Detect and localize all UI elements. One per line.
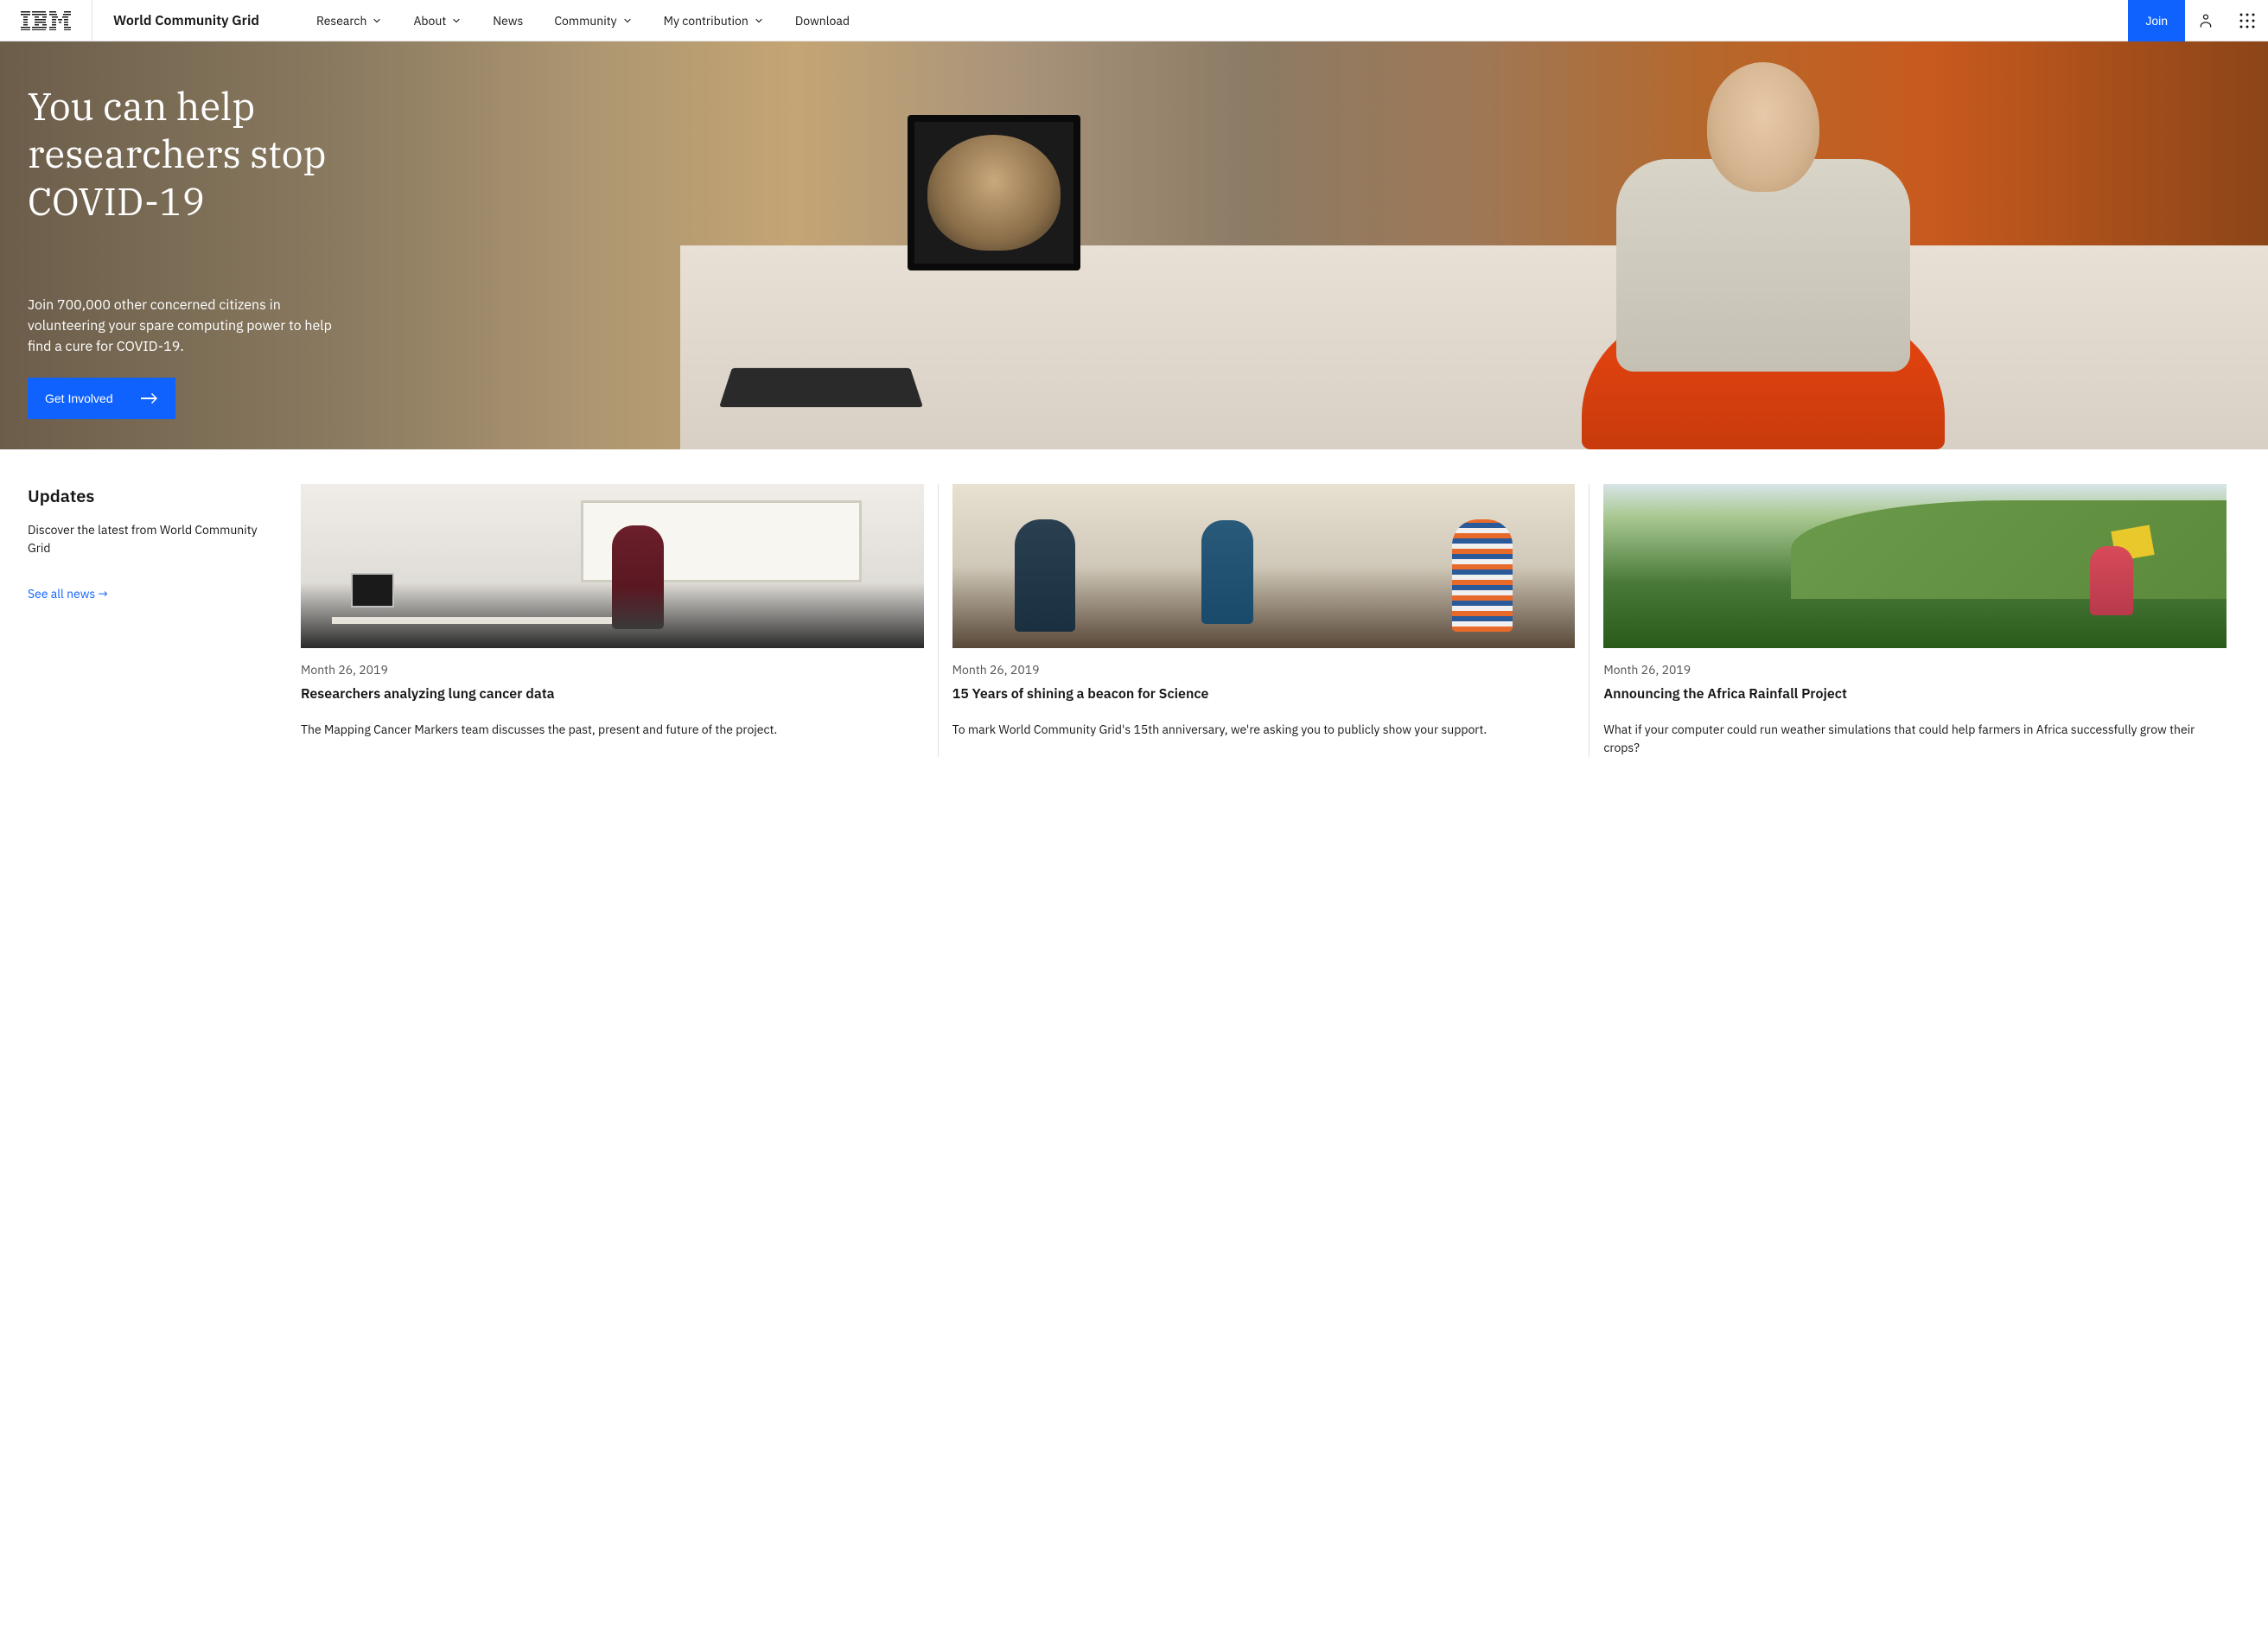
card-title: Announcing the Africa Rainfall Project xyxy=(1603,684,2227,703)
card-description: What if your computer could run weather … xyxy=(1603,721,2227,757)
arrow-right-icon xyxy=(141,392,158,404)
nav-download[interactable]: Download xyxy=(780,0,865,41)
news-card[interactable]: Month 26, 2019 Announcing the Africa Rai… xyxy=(1590,484,2240,757)
join-button[interactable]: Join xyxy=(2128,0,2185,41)
nav-label: My contribution xyxy=(664,13,749,29)
ibm-logo-icon xyxy=(21,11,71,30)
nav-label: Download xyxy=(795,13,850,29)
card-title: 15 Years of shining a beacon for Science xyxy=(952,684,1576,703)
card-date: Month 26, 2019 xyxy=(301,662,924,678)
chevron-down-icon xyxy=(754,16,764,26)
updates-section: Updates Discover the latest from World C… xyxy=(0,449,2268,792)
news-card[interactable]: Month 26, 2019 15 Years of shining a bea… xyxy=(939,484,1590,757)
nav-label: Research xyxy=(316,13,366,29)
card-description: To mark World Community Grid's 15th anni… xyxy=(952,721,1576,739)
updates-heading: Updates xyxy=(28,484,270,507)
nav-news[interactable]: News xyxy=(477,0,538,41)
news-card[interactable]: Month 26, 2019 Researchers analyzing lun… xyxy=(287,484,939,757)
news-cards: Month 26, 2019 Researchers analyzing lun… xyxy=(287,484,2240,757)
apps-button[interactable] xyxy=(2227,0,2268,41)
card-image xyxy=(301,484,924,648)
card-title: Researchers analyzing lung cancer data xyxy=(301,684,924,703)
nav-label: About xyxy=(413,13,446,29)
apps-grid-icon xyxy=(2239,12,2256,29)
card-description: The Mapping Cancer Markers team discusse… xyxy=(301,721,924,739)
main-header: World Community Grid Research About News… xyxy=(0,0,2268,41)
header-right: Join xyxy=(2128,0,2268,41)
nav-label: News xyxy=(493,13,523,29)
cta-label: Get Involved xyxy=(45,391,113,405)
hero-title: You can help researchers stop COVID-19 xyxy=(28,83,405,226)
chevron-down-icon xyxy=(372,16,382,26)
hero-subtitle: Join 700,000 other concerned citizens in… xyxy=(28,295,356,357)
nav-my-contribution[interactable]: My contribution xyxy=(648,0,780,41)
card-image xyxy=(952,484,1576,648)
chevron-down-icon xyxy=(451,16,462,26)
card-date: Month 26, 2019 xyxy=(952,662,1576,678)
nav-community[interactable]: Community xyxy=(538,0,647,41)
nav-research[interactable]: Research xyxy=(301,0,398,41)
see-all-news-link[interactable]: See all news → xyxy=(28,586,108,601)
hero-section: You can help researchers stop COVID-19 J… xyxy=(0,41,2268,449)
get-involved-button[interactable]: Get Involved xyxy=(28,378,175,419)
updates-description: Discover the latest from World Community… xyxy=(28,521,270,557)
user-button[interactable] xyxy=(2185,0,2227,41)
site-name[interactable]: World Community Grid xyxy=(92,12,280,29)
user-icon xyxy=(2197,12,2214,29)
nav-about[interactable]: About xyxy=(398,0,477,41)
chevron-down-icon xyxy=(622,16,633,26)
card-date: Month 26, 2019 xyxy=(1603,662,2227,678)
updates-sidebar: Updates Discover the latest from World C… xyxy=(28,484,270,757)
nav-label: Community xyxy=(554,13,616,29)
ibm-logo[interactable] xyxy=(0,0,92,41)
main-nav: Research About News Community My contrib… xyxy=(301,0,2128,41)
hero-content: You can help researchers stop COVID-19 J… xyxy=(0,41,432,449)
card-image xyxy=(1603,484,2227,648)
